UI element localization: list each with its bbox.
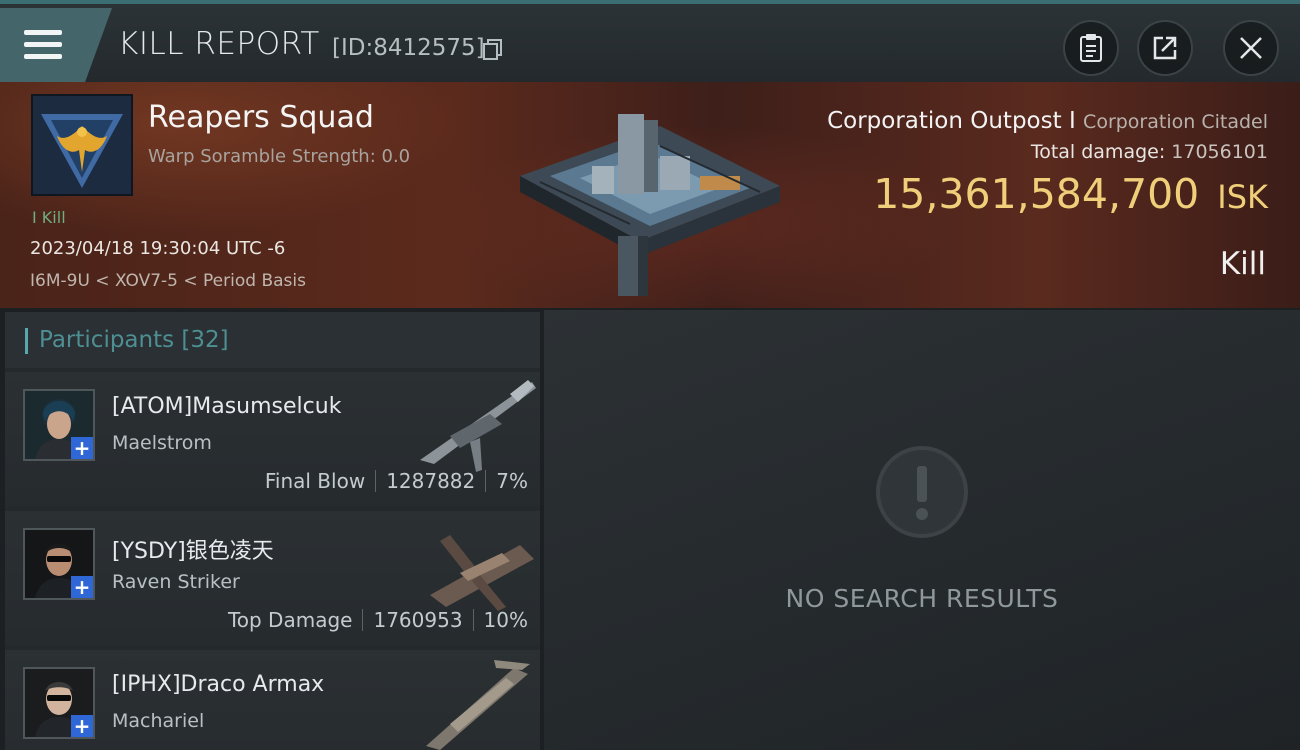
ship-image xyxy=(426,660,530,750)
participant-stats: Top Damage 1760953 10% xyxy=(228,608,528,632)
clipboard-icon xyxy=(1080,34,1102,62)
avatar[interactable]: + xyxy=(23,389,95,461)
participant-name[interactable]: [YSDY]银色凌天 xyxy=(112,533,274,565)
participant-stats: Final Blow 1287882 7% xyxy=(265,469,528,493)
participant-name[interactable]: [ATOM]Masumselcuk xyxy=(112,394,341,419)
participant-ship: Raven Striker xyxy=(112,571,240,593)
exclamation-icon xyxy=(876,446,968,538)
participant-row[interactable]: + [IPHX]Draco Armax Machariel xyxy=(5,650,540,750)
participant-ship: Machariel xyxy=(112,710,205,732)
avatar[interactable]: + xyxy=(23,528,95,600)
add-contact-icon[interactable]: + xyxy=(71,715,93,737)
participants-count: [32] xyxy=(181,327,229,353)
menu-icon xyxy=(24,30,62,62)
participant-tag: Final Blow xyxy=(264,469,366,493)
participants-panel: Participants [32] + [ATOM]Masumselcuk Ma… xyxy=(5,312,540,750)
participants-header[interactable]: Participants [32] xyxy=(5,312,540,368)
participant-percent: 7% xyxy=(496,469,528,493)
corporation-emblem-icon xyxy=(41,114,123,188)
header-accent xyxy=(25,328,28,354)
participant-row[interactable]: + [YSDY]银色凌天 Raven Striker Top Damage 176… xyxy=(5,511,540,645)
page-title: KILL REPORT xyxy=(118,26,320,62)
add-contact-icon[interactable]: + xyxy=(71,576,93,598)
kill-datetime: 2023/04/18 19:30:04 UTC -6 xyxy=(30,238,286,259)
close-button[interactable] xyxy=(1223,20,1279,76)
corporation-logo[interactable] xyxy=(31,94,133,196)
add-contact-icon[interactable]: + xyxy=(71,437,93,459)
share-icon xyxy=(1153,36,1177,60)
total-damage-value: 17056101 xyxy=(1171,141,1268,163)
target-name[interactable]: Corporation Outpost I xyxy=(827,108,1076,134)
copy-icon[interactable] xyxy=(483,39,503,61)
menu-button[interactable] xyxy=(0,8,112,82)
participant-tag: Top Damage xyxy=(227,608,353,632)
target-type: Corporation Citadel xyxy=(1083,111,1268,133)
avatar[interactable]: + xyxy=(23,667,95,739)
kill-tag: I Kill xyxy=(32,208,66,227)
participant-damage: 1760953 xyxy=(373,608,463,632)
kill-location[interactable]: I6M-9U < XOV7-5 < Period Basis xyxy=(30,271,306,291)
kill-result: Kill xyxy=(1219,246,1266,282)
participant-percent: 10% xyxy=(483,608,528,632)
clipboard-button[interactable] xyxy=(1063,20,1119,76)
participant-ship: Maelstrom xyxy=(112,432,212,454)
ship-image xyxy=(430,535,534,611)
citadel-structure-image xyxy=(520,114,780,296)
participant-row[interactable]: + [ATOM]Masumselcuk Maelstrom Final Blow… xyxy=(5,372,540,506)
victim-name[interactable]: Reapers Squad xyxy=(148,100,374,135)
empty-state-text: NO SEARCH RESULTS xyxy=(785,584,1059,613)
kill-banner: Reapers Squad Warp Soramble Strength: 0.… xyxy=(0,82,1300,308)
isk-value: 15,361,584,700 ISK xyxy=(873,170,1268,218)
total-damage: Total damage: 17056101 xyxy=(1031,141,1268,163)
participant-name[interactable]: [IPHX]Draco Armax xyxy=(112,672,324,697)
participants-title: Participants [32] xyxy=(39,327,229,353)
share-button[interactable] xyxy=(1137,20,1193,76)
results-pane: NO SEARCH RESULTS xyxy=(544,310,1300,750)
ship-image xyxy=(420,380,536,472)
isk-amount: 15,361,584,700 xyxy=(873,170,1200,218)
warp-scramble-strength: Warp Soramble Strength: 0.0 xyxy=(148,146,411,167)
close-icon xyxy=(1240,37,1262,59)
target-info: Corporation Outpost I Corporation Citade… xyxy=(827,108,1268,134)
report-id: [ID:8412575] xyxy=(332,35,485,61)
top-bar: KILL REPORT [ID:8412575] xyxy=(0,0,1300,82)
total-damage-label: Total damage: xyxy=(1030,141,1166,163)
participant-damage: 1287882 xyxy=(386,469,476,493)
isk-unit: ISK xyxy=(1217,178,1268,216)
